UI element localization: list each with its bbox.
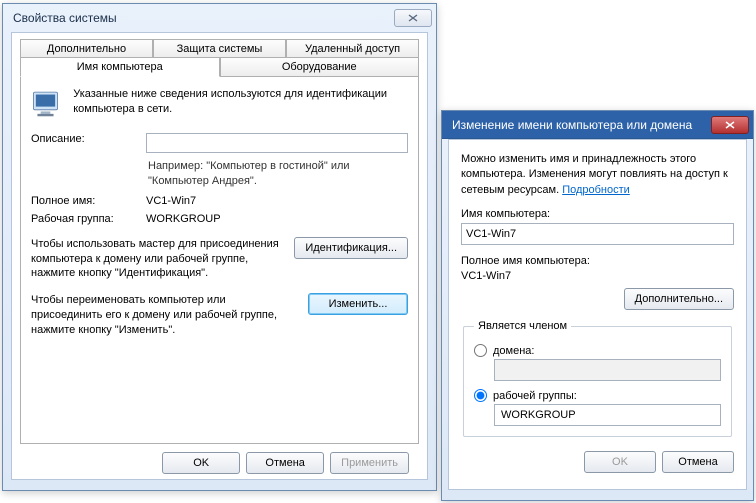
workgroup-radio[interactable]: [474, 389, 487, 402]
intro-text: Указанные ниже сведения используются для…: [73, 87, 408, 117]
client-area: Можно изменить имя и принадлежность этог…: [448, 139, 747, 490]
tab-system-protection[interactable]: Защита системы: [153, 39, 286, 58]
close-icon: [408, 14, 418, 22]
intro-text: Можно изменить имя и принадлежность этог…: [461, 152, 734, 198]
tabs-row-2: Имя компьютера Оборудование: [20, 57, 419, 76]
computer-name-input[interactable]: [461, 223, 734, 245]
fullname-value: VC1-Win7: [461, 270, 734, 282]
dialog-footer: OK Отмена: [461, 451, 734, 473]
window-title: Изменение имени компьютера или домена: [452, 118, 692, 132]
member-of-legend: Является членом: [474, 320, 571, 332]
cancel-button[interactable]: Отмена: [662, 451, 734, 473]
close-button[interactable]: [394, 9, 432, 27]
tab-computer-name[interactable]: Имя компьютера: [20, 57, 220, 77]
system-properties-window: Свойства системы Дополнительно Защита си…: [2, 3, 437, 491]
computer-name-label: Имя компьютера:: [461, 208, 734, 220]
description-input[interactable]: [146, 133, 408, 153]
window-title: Свойства системы: [13, 11, 117, 25]
dialog-footer: OK Отмена Применить: [20, 444, 419, 474]
cancel-button[interactable]: Отмена: [246, 452, 324, 474]
client-area: Дополнительно Защита системы Удаленный д…: [11, 32, 428, 480]
domain-radio-label[interactable]: домена:: [493, 345, 534, 357]
apply-button[interactable]: Применить: [330, 452, 409, 474]
description-hint: Например: "Компьютер в гостиной" или "Ко…: [148, 159, 408, 189]
workgroup-input[interactable]: [494, 404, 721, 426]
change-text: Чтобы переименовать компьютер или присое…: [31, 293, 298, 338]
close-button[interactable]: [711, 116, 749, 134]
titlebar[interactable]: Свойства системы: [3, 4, 436, 32]
fullname-value: VC1-Win7: [146, 195, 408, 207]
identify-text: Чтобы использовать мастер для присоедине…: [31, 237, 284, 282]
more-button[interactable]: Дополнительно...: [624, 288, 734, 310]
workgroup-value: WORKGROUP: [146, 213, 408, 225]
change-name-domain-window: Изменение имени компьютера или домена Мо…: [441, 110, 754, 501]
computer-icon: [31, 87, 63, 123]
workgroup-label: Рабочая группа:: [31, 213, 146, 225]
tab-content-computer-name: Указанные ниже сведения используются для…: [20, 76, 419, 444]
tab-remote[interactable]: Удаленный доступ: [286, 39, 419, 58]
domain-input: [494, 359, 721, 381]
change-button[interactable]: Изменить...: [308, 293, 408, 315]
description-label: Описание:: [31, 133, 146, 153]
titlebar[interactable]: Изменение имени компьютера или домена: [442, 111, 753, 139]
identify-button[interactable]: Идентификация...: [294, 237, 408, 259]
fullname-label: Полное имя компьютера:: [461, 255, 734, 267]
member-of-group: Является членом домена: рабочей группы:: [463, 320, 732, 437]
domain-radio[interactable]: [474, 344, 487, 357]
ok-button[interactable]: OK: [584, 451, 656, 473]
tab-advanced[interactable]: Дополнительно: [20, 39, 153, 58]
close-icon: [725, 121, 735, 129]
tab-hardware[interactable]: Оборудование: [220, 57, 420, 77]
workgroup-radio-label[interactable]: рабочей группы:: [493, 390, 577, 402]
fullname-label: Полное имя:: [31, 195, 146, 207]
details-link[interactable]: Подробности: [562, 184, 630, 196]
tabs-row-1: Дополнительно Защита системы Удаленный д…: [20, 39, 419, 57]
ok-button[interactable]: OK: [162, 452, 240, 474]
